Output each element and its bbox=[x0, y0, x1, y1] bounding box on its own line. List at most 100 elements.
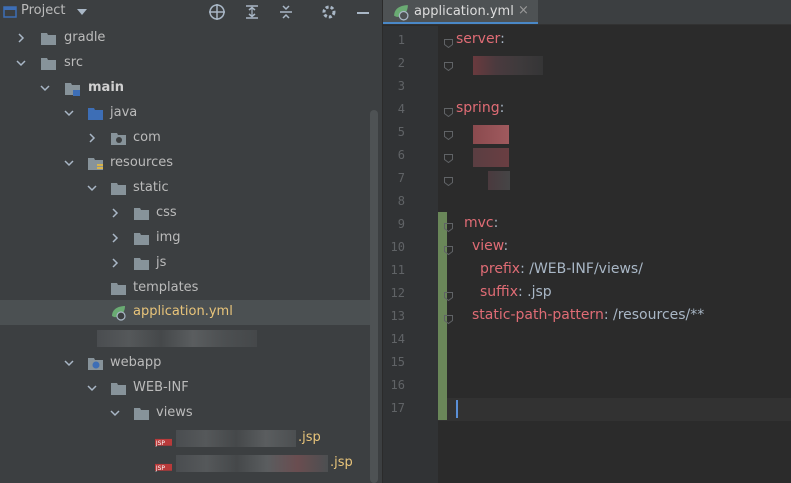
redacted-value bbox=[473, 148, 509, 167]
editor-tab-bar: application.yml × bbox=[383, 0, 791, 25]
tree-item-com[interactable]: com bbox=[0, 126, 370, 151]
code-line[interactable]: prefix: /WEB-INF/views/ bbox=[480, 261, 643, 277]
tree-item-templates[interactable]: templates bbox=[0, 276, 370, 301]
tree-item-resources[interactable]: resources bbox=[0, 151, 370, 176]
chevron-right-icon[interactable] bbox=[108, 231, 122, 245]
jsp-file-icon: JSP bbox=[155, 438, 172, 447]
chevron-down-icon[interactable] bbox=[62, 106, 76, 120]
project-title[interactable]: Project bbox=[21, 3, 65, 18]
tree-item-application-yml[interactable]: application.yml bbox=[0, 300, 370, 325]
line-number: 9 bbox=[397, 217, 405, 231]
tree-item-img[interactable]: img bbox=[0, 226, 370, 251]
close-icon[interactable]: × bbox=[518, 3, 529, 18]
svg-text:JSP: JSP bbox=[155, 440, 165, 447]
chevron-right-icon[interactable] bbox=[108, 206, 122, 220]
locate-icon[interactable] bbox=[208, 3, 226, 21]
fold-marker-icon[interactable] bbox=[444, 175, 453, 187]
fold-marker-icon[interactable] bbox=[444, 129, 453, 141]
code-line[interactable]: server: bbox=[456, 31, 505, 47]
folder-icon bbox=[134, 408, 149, 420]
spring-yml-file-icon bbox=[112, 306, 126, 321]
tree-item-java[interactable]: java bbox=[0, 101, 370, 126]
fold-marker-icon[interactable] bbox=[444, 244, 453, 256]
code-line[interactable]: view: bbox=[472, 238, 508, 254]
tree-item-label: webapp bbox=[110, 355, 162, 370]
folder-icon bbox=[111, 383, 126, 395]
yaml-key: view bbox=[472, 238, 504, 254]
tree-item-css[interactable]: css bbox=[0, 201, 370, 226]
line-number: 4 bbox=[397, 102, 405, 116]
tree-item-label: WEB-INF bbox=[133, 380, 189, 395]
tree-item-jsp-1[interactable]: JSP .jsp bbox=[0, 426, 370, 451]
tree-item-label: css bbox=[156, 205, 177, 220]
folder-icon bbox=[134, 233, 149, 245]
fold-marker-icon[interactable] bbox=[444, 313, 453, 325]
code-line[interactable]: spring: bbox=[456, 100, 504, 116]
blurred-filename bbox=[176, 455, 328, 472]
project-window-icon[interactable] bbox=[1, 3, 19, 21]
line-number: 8 bbox=[397, 194, 405, 208]
chevron-down-icon[interactable] bbox=[85, 181, 99, 195]
yaml-key: prefix bbox=[480, 261, 521, 277]
fold-marker-icon[interactable] bbox=[444, 60, 453, 72]
chevron-down-icon[interactable] bbox=[38, 81, 52, 95]
web-folder-icon bbox=[88, 358, 103, 370]
project-scrollbar[interactable] bbox=[370, 110, 378, 483]
module-folder-icon bbox=[65, 83, 80, 96]
tab-application-yml[interactable]: application.yml × bbox=[383, 0, 538, 24]
settings-gear-icon[interactable] bbox=[320, 3, 338, 21]
chevron-down-icon[interactable] bbox=[62, 156, 76, 170]
blurred-item bbox=[97, 330, 257, 347]
tree-item-label: application.yml bbox=[133, 304, 233, 319]
expand-all-icon[interactable] bbox=[243, 3, 261, 21]
jsp-file-icon: JSP bbox=[155, 463, 172, 472]
dropdown-chevron-icon[interactable] bbox=[73, 3, 91, 21]
fold-marker-icon[interactable] bbox=[444, 290, 453, 302]
tree-item-label: static bbox=[133, 180, 169, 195]
tree-item-web-inf[interactable]: WEB-INF bbox=[0, 376, 370, 401]
line-number: 11 bbox=[390, 263, 405, 277]
folder-icon bbox=[41, 58, 56, 70]
chevron-right-icon[interactable] bbox=[14, 31, 28, 45]
tree-item-blurred[interactable] bbox=[0, 326, 370, 351]
chevron-right-icon[interactable] bbox=[85, 131, 99, 145]
line-number: 5 bbox=[397, 125, 405, 139]
text-caret bbox=[456, 400, 458, 418]
collapse-all-icon[interactable] bbox=[277, 3, 295, 21]
line-number: 14 bbox=[390, 332, 405, 346]
tree-item-main[interactable]: main bbox=[0, 76, 370, 101]
yaml-key: static-path-pattern bbox=[472, 307, 604, 323]
chevron-down-icon[interactable] bbox=[62, 356, 76, 370]
code-line[interactable]: suffix: .jsp bbox=[480, 284, 552, 300]
source-folder-icon bbox=[88, 108, 103, 120]
code-line[interactable]: static-path-pattern: /resources/** bbox=[472, 307, 704, 323]
line-number: 1 bbox=[397, 33, 405, 47]
tree-item-jsp-2[interactable]: JSP .jsp bbox=[0, 451, 370, 476]
fold-marker-icon[interactable] bbox=[444, 37, 453, 49]
folder-icon bbox=[111, 183, 126, 195]
yaml-separator: : bbox=[493, 215, 499, 231]
chevron-right-icon[interactable] bbox=[108, 256, 122, 270]
line-number: 12 bbox=[390, 286, 405, 300]
redacted-value bbox=[488, 171, 510, 190]
tree-item-static[interactable]: static bbox=[0, 176, 370, 201]
tree-item-src[interactable]: src bbox=[0, 51, 370, 76]
tree-item-label: templates bbox=[133, 280, 199, 295]
hide-minus-icon[interactable] bbox=[354, 3, 372, 21]
tree-item-gradle[interactable]: gradle bbox=[0, 26, 370, 51]
code-line[interactable]: mvc: bbox=[464, 215, 498, 231]
yaml-separator: : bbox=[500, 31, 505, 47]
tree-item-views[interactable]: views bbox=[0, 401, 370, 426]
chevron-down-icon[interactable] bbox=[85, 381, 99, 395]
fold-marker-icon[interactable] bbox=[444, 221, 453, 233]
fold-marker-icon[interactable] bbox=[444, 152, 453, 164]
line-number: 2 bbox=[397, 56, 405, 70]
tree-item-webapp[interactable]: webapp bbox=[0, 351, 370, 376]
redacted-value bbox=[473, 125, 509, 144]
chevron-down-icon[interactable] bbox=[14, 56, 28, 70]
chevron-down-icon[interactable] bbox=[108, 406, 122, 420]
fold-marker-icon[interactable] bbox=[444, 106, 453, 118]
tree-item-label: .jsp bbox=[330, 455, 353, 470]
tree-item-js[interactable]: js bbox=[0, 251, 370, 276]
tree-item-label: main bbox=[88, 80, 125, 95]
